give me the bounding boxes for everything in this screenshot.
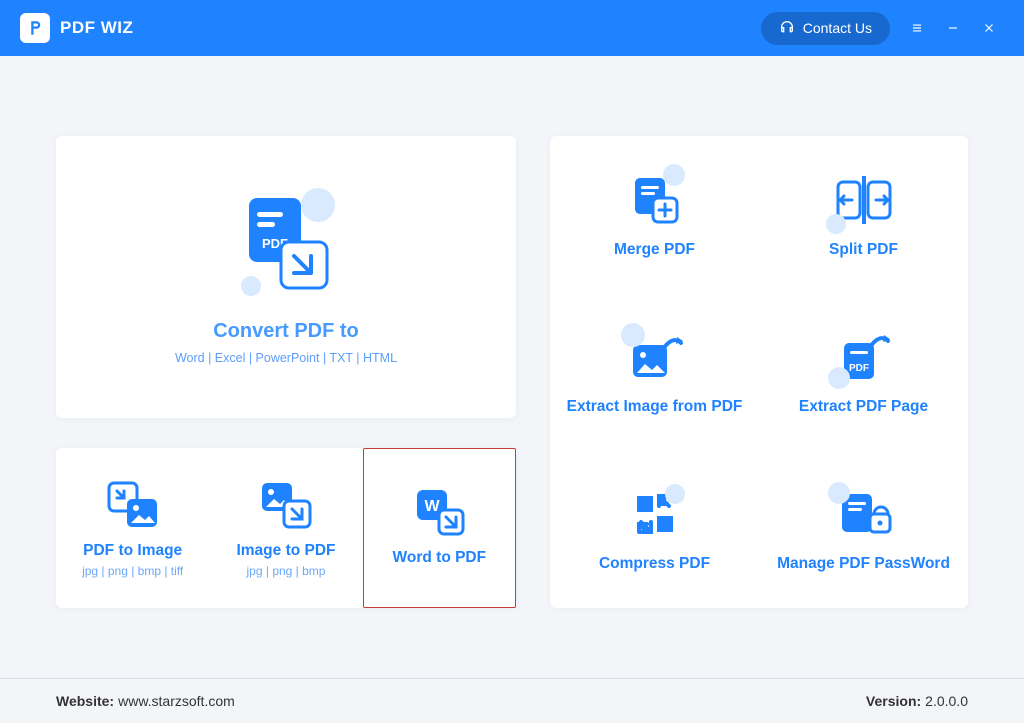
app-title: PDF WIZ bbox=[60, 18, 133, 38]
image-to-pdf-subtitle: jpg | png | bmp bbox=[247, 564, 326, 578]
close-button[interactable] bbox=[972, 11, 1006, 45]
version-value: 2.0.0.0 bbox=[925, 693, 968, 709]
split-pdf-icon bbox=[832, 170, 896, 230]
extract-page-tile[interactable]: PDF Extract PDF Page bbox=[759, 293, 968, 450]
website-link[interactable]: www.starzsoft.com bbox=[118, 693, 235, 709]
convert-pdf-icon: PDF bbox=[231, 186, 341, 306]
titlebar: PDF WIZ Contact Us bbox=[0, 0, 1024, 56]
split-pdf-title: Split PDF bbox=[829, 240, 898, 260]
extract-page-icon: PDF bbox=[834, 327, 894, 387]
merge-pdf-icon bbox=[627, 170, 683, 230]
image-to-pdf-icon bbox=[258, 478, 314, 532]
split-pdf-tile[interactable]: Split PDF bbox=[759, 136, 968, 293]
app-logo-icon bbox=[20, 13, 50, 43]
word-to-pdf-icon: W bbox=[411, 485, 467, 539]
extract-page-title: Extract PDF Page bbox=[799, 397, 928, 417]
manage-password-title: Manage PDF PassWord bbox=[777, 554, 950, 574]
headset-icon bbox=[779, 19, 795, 38]
convert-pdf-card[interactable]: PDF Convert PDF to Word | Excel | PowerP… bbox=[56, 136, 516, 418]
main-content: PDF Convert PDF to Word | Excel | PowerP… bbox=[0, 56, 1024, 679]
image-to-pdf-title: Image to PDF bbox=[236, 542, 335, 560]
compress-pdf-icon bbox=[629, 484, 681, 544]
menu-button[interactable] bbox=[900, 11, 934, 45]
compress-pdf-title: Compress PDF bbox=[599, 554, 710, 574]
manage-password-icon bbox=[834, 484, 894, 544]
image-to-pdf-tile[interactable]: Image to PDF jpg | png | bmp bbox=[209, 448, 362, 608]
website-label: Website: bbox=[56, 693, 114, 709]
convert-pdf-title: Convert PDF to bbox=[213, 320, 359, 343]
merge-pdf-tile[interactable]: Merge PDF bbox=[550, 136, 759, 293]
version-label: Version: bbox=[866, 693, 921, 709]
word-to-pdf-tile[interactable]: W Word to PDF bbox=[363, 448, 516, 608]
pdf-to-image-icon bbox=[105, 478, 161, 532]
compress-pdf-tile[interactable]: Compress PDF bbox=[550, 451, 759, 608]
extract-image-icon bbox=[625, 327, 685, 387]
contact-us-button[interactable]: Contact Us bbox=[761, 12, 890, 45]
footer: Website: www.starzsoft.com Version: 2.0.… bbox=[0, 678, 1024, 723]
small-tools-card: PDF to Image jpg | png | bmp | tiff Imag… bbox=[56, 448, 516, 608]
extract-image-tile[interactable]: Extract Image from PDF bbox=[550, 293, 759, 450]
pdf-to-image-title: PDF to Image bbox=[83, 542, 182, 560]
pdf-to-image-tile[interactable]: PDF to Image jpg | png | bmp | tiff bbox=[56, 448, 209, 608]
svg-text:PDF: PDF bbox=[849, 363, 869, 374]
minimize-button[interactable] bbox=[936, 11, 970, 45]
manage-password-tile[interactable]: Manage PDF PassWord bbox=[759, 451, 968, 608]
convert-pdf-subtitle: Word | Excel | PowerPoint | TXT | HTML bbox=[175, 351, 397, 365]
word-to-pdf-title: Word to PDF bbox=[393, 549, 487, 567]
contact-us-label: Contact Us bbox=[803, 20, 872, 36]
extract-image-title: Extract Image from PDF bbox=[567, 397, 743, 417]
tools-grid: Merge PDF Split PDF bbox=[550, 136, 968, 608]
pdf-to-image-subtitle: jpg | png | bmp | tiff bbox=[82, 564, 183, 578]
merge-pdf-title: Merge PDF bbox=[614, 240, 695, 260]
